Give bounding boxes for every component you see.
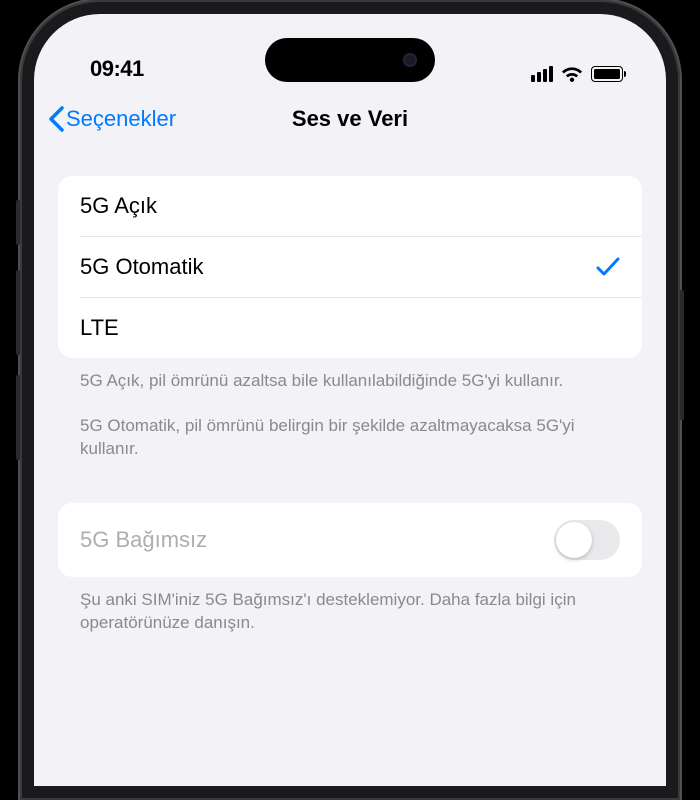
option-label: LTE xyxy=(80,315,119,341)
standalone-toggle xyxy=(554,520,620,560)
footer-paragraph-1: 5G Açık, pil ömrünü azaltsa bile kullanı… xyxy=(80,370,620,393)
checkmark-icon xyxy=(596,256,620,278)
volume-down-button xyxy=(16,375,20,460)
volume-up-button xyxy=(16,270,20,355)
option-5g-auto[interactable]: 5G Otomatik xyxy=(58,237,642,297)
chevron-left-icon xyxy=(48,106,64,132)
back-button[interactable]: Seçenekler xyxy=(48,106,176,132)
wifi-icon xyxy=(561,66,583,82)
voice-data-options-group: 5G Açık 5G Otomatik LTE xyxy=(58,176,642,358)
status-time: 09:41 xyxy=(90,56,144,82)
silent-switch xyxy=(16,200,20,245)
option-label: 5G Açık xyxy=(80,193,157,219)
option-lte[interactable]: LTE xyxy=(58,298,642,358)
standalone-footer-paragraph: Şu anki SIM'iniz 5G Bağımsız'ı desteklem… xyxy=(80,589,620,635)
power-button xyxy=(680,290,684,420)
content-area: 5G Açık 5G Otomatik LTE 5G Açık xyxy=(34,148,666,635)
page-title: Ses ve Veri xyxy=(292,106,408,132)
dynamic-island xyxy=(265,38,435,82)
standalone-group: 5G Bağımsız xyxy=(58,503,642,577)
standalone-footer-text: Şu anki SIM'iniz 5G Bağımsız'ı desteklem… xyxy=(58,577,642,635)
option-label: 5G Otomatik xyxy=(80,254,203,280)
status-indicators xyxy=(531,66,626,82)
screen: 09:41 xyxy=(34,14,666,786)
standalone-label: 5G Bağımsız xyxy=(80,527,207,553)
front-camera xyxy=(403,53,417,67)
options-footer-text: 5G Açık, pil ömrünü azaltsa bile kullanı… xyxy=(58,358,642,461)
cellular-signal-icon xyxy=(531,66,553,82)
back-label: Seçenekler xyxy=(66,106,176,132)
footer-paragraph-2: 5G Otomatik, pil ömrünü belirgin bir şek… xyxy=(80,415,620,461)
battery-icon xyxy=(591,66,626,82)
navigation-bar: Seçenekler Ses ve Veri xyxy=(34,90,666,148)
standalone-5g-row: 5G Bağımsız xyxy=(58,503,642,577)
option-5g-on[interactable]: 5G Açık xyxy=(58,176,642,236)
toggle-knob xyxy=(556,522,592,558)
phone-frame: 09:41 xyxy=(20,0,680,800)
